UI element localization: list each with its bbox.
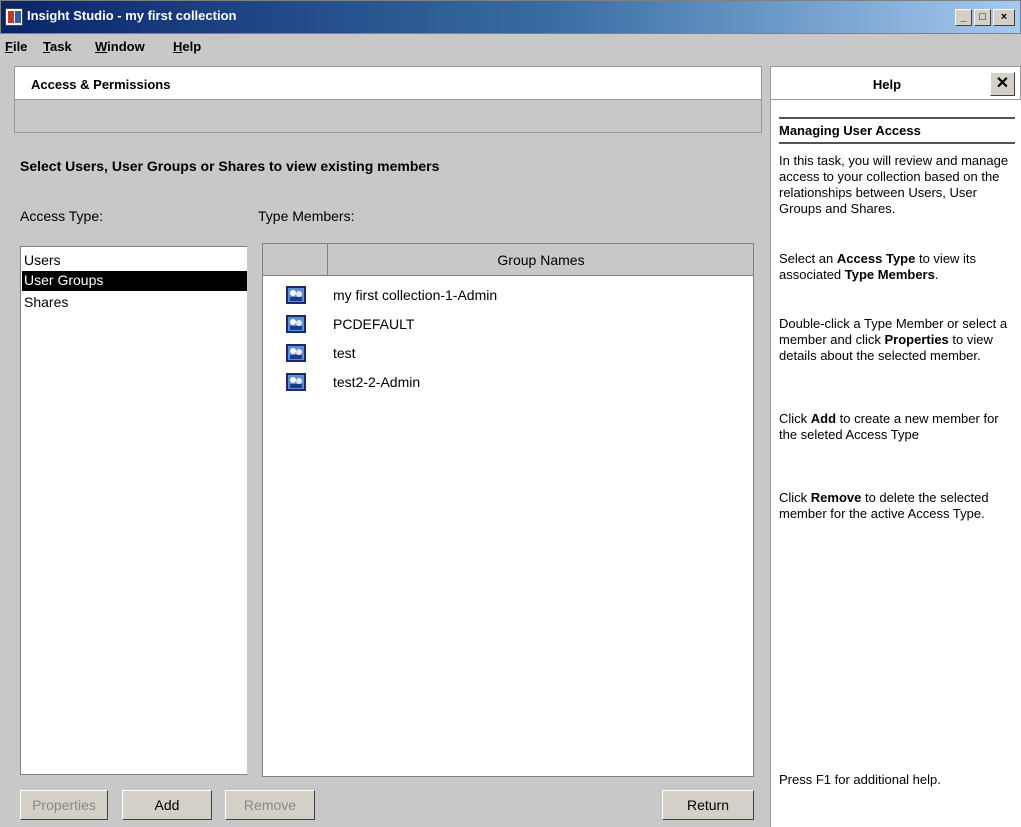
title-bar: Insight Studio - my first collection _ □… [0, 0, 1021, 34]
help-paragraph: Click Remove to delete the selected memb… [779, 490, 989, 521]
help-panel: Managing User Access In this task, you w… [770, 100, 1021, 827]
menu-window[interactable]: Window [95, 39, 145, 54]
group-name: my first collection-1-Admin [333, 287, 498, 303]
type-members-table[interactable]: Group Names my first collection-1-Admin … [262, 243, 754, 777]
table-header: Group Names [263, 244, 753, 276]
group-name: test [333, 345, 356, 361]
table-row[interactable]: PCDEFAULT [263, 310, 753, 338]
help-panel-header: Help ✕ [770, 66, 1021, 100]
access-type-shares[interactable]: Shares [22, 293, 247, 313]
add-button[interactable]: Add [122, 790, 212, 820]
group-name: test2-2-Admin [333, 374, 421, 390]
group-names-column-header[interactable]: Group Names [329, 244, 753, 276]
access-type-list[interactable]: Users User Groups Shares [20, 246, 248, 775]
help-topic-title: Managing User Access [779, 117, 1015, 144]
menu-task[interactable]: Task [43, 39, 72, 54]
maximize-button[interactable]: □ [974, 9, 991, 26]
instruction-text: Select Users, User Groups or Shares to v… [20, 158, 440, 174]
icon-column-header[interactable] [263, 244, 328, 276]
window-title: Insight Studio - my first collection [27, 8, 237, 23]
help-close-button[interactable]: ✕ [990, 72, 1015, 96]
menu-file[interactable]: File [5, 39, 27, 54]
user-group-icon [286, 315, 306, 333]
menu-bar: File Task Window Help [0, 34, 1021, 60]
section-header: Access & Permissions [14, 66, 762, 100]
remove-button[interactable]: Remove [225, 790, 315, 820]
help-paragraph: Select an Access Type to view its associ… [779, 251, 977, 282]
return-button[interactable]: Return [662, 790, 754, 820]
access-type-user-groups[interactable]: User Groups [22, 271, 247, 291]
help-paragraph: Double-click a Type Member or select a m… [779, 316, 1008, 363]
help-footer: Press F1 for additional help. [779, 772, 941, 787]
type-members-label: Type Members: [258, 208, 355, 224]
help-title: Help [872, 77, 902, 92]
user-group-icon [286, 373, 306, 391]
access-type-users[interactable]: Users [22, 251, 247, 271]
table-row[interactable]: my first collection-1-Admin [263, 281, 753, 309]
properties-button[interactable]: Properties [20, 790, 108, 820]
user-group-icon [286, 286, 306, 304]
menu-help[interactable]: Help [173, 39, 201, 54]
access-type-label: Access Type: [20, 208, 104, 224]
table-row[interactable]: test2-2-Admin [263, 368, 753, 396]
close-button[interactable]: × [993, 9, 1015, 26]
help-paragraph: In this task, you will review and manage… [779, 153, 1009, 216]
table-row[interactable]: test [263, 339, 753, 367]
minimize-button[interactable]: _ [955, 9, 972, 26]
help-paragraph: Click Add to create a new member for the… [779, 411, 999, 442]
group-name: PCDEFAULT [333, 316, 415, 332]
user-group-icon [286, 344, 306, 362]
section-header-strip [14, 100, 762, 133]
section-title: Access & Permissions [31, 77, 171, 92]
app-icon [5, 8, 23, 26]
